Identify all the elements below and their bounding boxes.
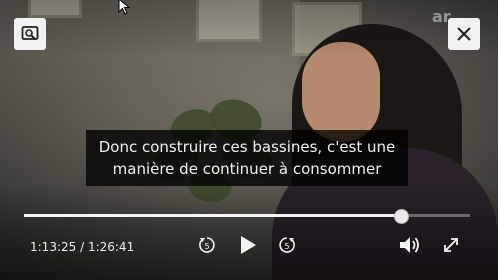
current-time: 1:13:25 bbox=[30, 240, 77, 254]
time-display: 1:13:25 / 1:26:41 bbox=[30, 240, 134, 254]
close-icon[interactable] bbox=[448, 18, 480, 50]
svg-text:5: 5 bbox=[204, 242, 209, 251]
progress-fill bbox=[24, 214, 402, 217]
screen-search-icon[interactable] bbox=[14, 18, 46, 50]
rewind-5-icon[interactable]: 5 bbox=[196, 234, 218, 256]
progress-thumb[interactable] bbox=[394, 209, 410, 224]
subtitle-line-1: Donc construire ces bassines, c'est une bbox=[98, 138, 396, 156]
subtitle-box: Donc construire ces bassines, c'est une … bbox=[86, 130, 408, 186]
svg-text:5: 5 bbox=[284, 242, 289, 251]
progress-bar[interactable] bbox=[24, 209, 470, 224]
video-player[interactable]: ar Donc construire ces bassines, c'est u… bbox=[0, 0, 498, 280]
time-separator: / bbox=[76, 240, 88, 254]
play-icon[interactable] bbox=[236, 234, 260, 256]
forward-5-icon[interactable]: 5 bbox=[276, 234, 298, 256]
fullscreen-icon[interactable] bbox=[440, 234, 462, 256]
volume-icon[interactable] bbox=[398, 234, 422, 256]
mouse-cursor-icon bbox=[118, 0, 132, 20]
duration: 1:26:41 bbox=[87, 240, 135, 254]
subtitle-line-2: manière de continuer à consommer bbox=[112, 160, 382, 178]
